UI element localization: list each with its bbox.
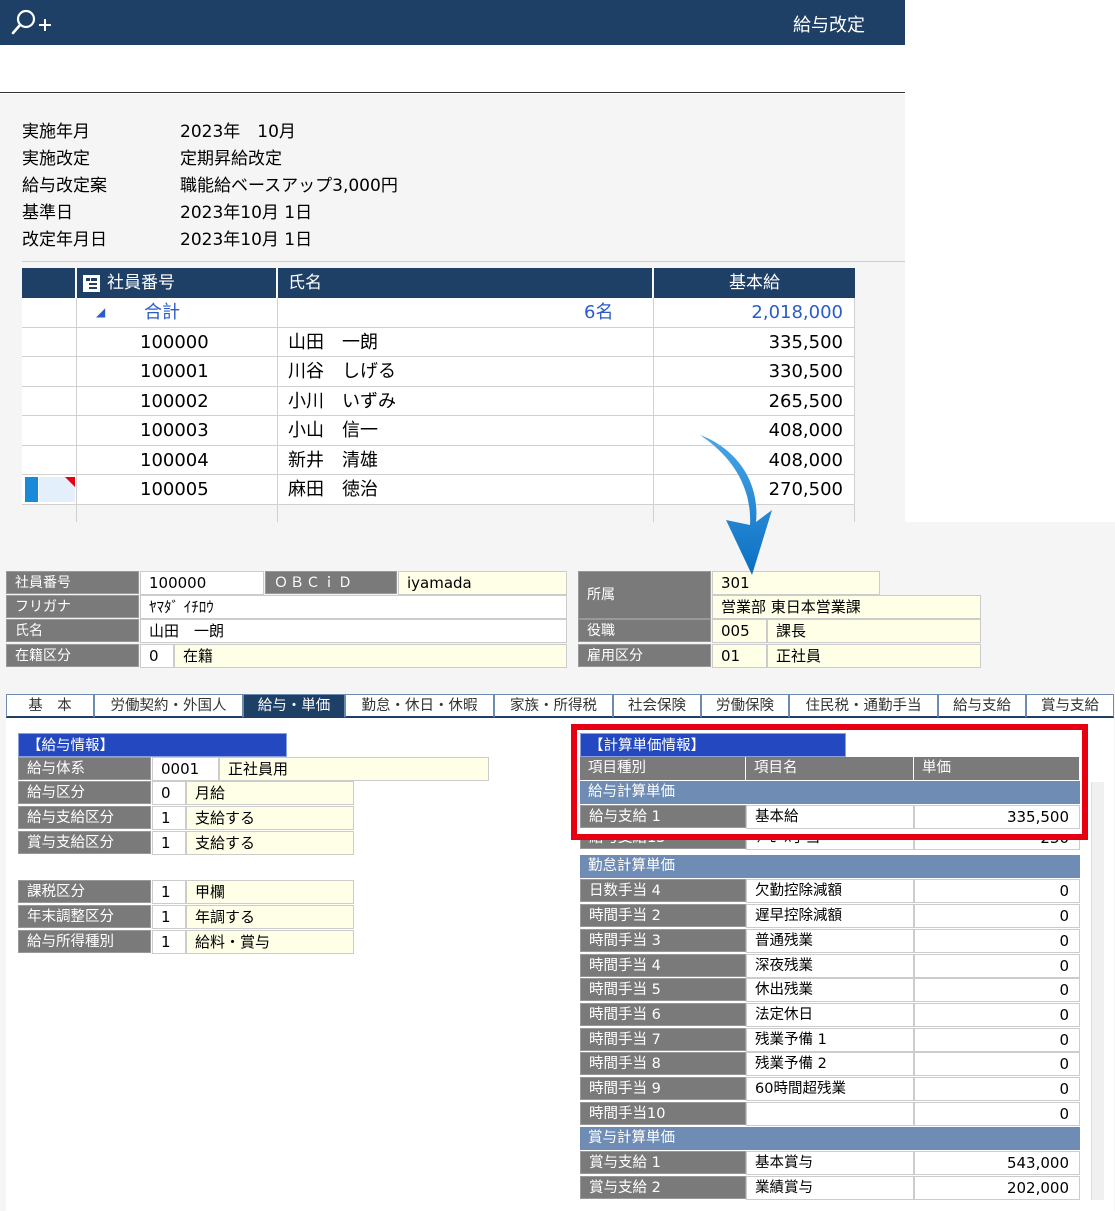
post-name: 課長 [767,619,981,643]
total-count: 6名 [584,302,614,323]
tab-bar: 基 本 労働契約・外国人 給与・単価 勤怠・休日・休暇 家族・所得税 社会保険 … [6,694,1114,718]
name-field[interactable]: 山田 一朗 [140,619,567,643]
post-label: 役職 [578,619,711,642]
employee-no-label: 社員番号 [6,571,139,594]
column-header-base-salary[interactable]: 基本給 [654,268,855,298]
total-row[interactable]: ◢ 合計 6名 2,018,000 [22,298,855,328]
emp-type-name: 正社員 [767,644,981,668]
tree-toggle-icon[interactable] [83,275,100,292]
kana-field[interactable]: ﾔﾏﾀﾞ ｲﾁﾛｳ [140,595,567,619]
table-row[interactable]: 100000 山田 一朗 335,500 [22,327,855,357]
emp-type-label: 雇用区分 [578,644,711,667]
post-code: 005 [712,619,767,643]
tab-attendance[interactable]: 勤怠・休日・休暇 [345,694,494,718]
window-title: 給与改定 [793,15,865,36]
bonus-unit-group: 賞与計算単価 [580,1127,1080,1150]
salary-system-code[interactable]: 0001 [152,757,219,781]
table-row[interactable]: 100002 小川 いずみ 265,500 [22,386,855,416]
total-label: 合計 [144,302,180,323]
tab-social-insurance[interactable]: 社会保険 [613,694,701,718]
income-type-code[interactable]: 1 [152,930,186,954]
employee-no-field[interactable]: 100000 [140,571,264,595]
obcid-field: iyamada [398,571,567,595]
tax-type-code[interactable]: 1 [152,880,186,904]
tab-basic[interactable]: 基 本 [6,694,94,718]
status-value: 在籍 [174,644,567,668]
obcid-label: ＯＢＣｉＤ [265,571,397,594]
tab-labor-contract[interactable]: 労働契約・外国人 [94,694,243,718]
tab-labor-insurance[interactable]: 労働保険 [701,694,789,718]
tab-salary-unit[interactable]: 給与・単価 [243,694,345,718]
salary-pay-code[interactable]: 1 [152,806,186,830]
emp-type-code: 01 [712,644,767,668]
curved-arrow-icon [700,435,772,575]
status-label: 在籍区分 [6,644,139,667]
tab-salary-payment[interactable]: 給与支給 [938,694,1026,718]
edit-flag-icon [65,477,75,487]
table-row[interactable]: 100001 川谷 しげる 330,500 [22,357,855,387]
toolbar-area [0,45,905,93]
grid-corner [22,268,76,298]
attendance-unit-group: 勤怠計算単価 [580,855,1080,878]
highlight-box [571,724,1088,840]
salary-info-header: 【給与情報】 [18,733,287,757]
clipped-row: 給与支給15 ｻｰﾋﾞｽ手当 230 [580,840,1080,850]
row-selection-marker [25,477,38,502]
name-label: 氏名 [6,619,139,642]
status-code-field[interactable]: 0 [140,644,174,668]
kana-label: フリガナ [6,595,139,618]
tab-bonus-payment[interactable]: 賞与支給 [1026,694,1114,718]
year-end-code[interactable]: 1 [152,905,186,929]
collapse-triangle-icon[interactable]: ◢ [96,298,105,327]
tab-family-tax[interactable]: 家族・所得税 [494,694,613,718]
total-amount: 2,018,000 [751,302,843,323]
bonus-pay-code[interactable]: 1 [152,831,186,855]
vertical-scrollbar[interactable] [1091,782,1104,1200]
zoom-in-icon[interactable] [6,8,54,38]
salary-type-code[interactable]: 0 [152,781,186,805]
title-bar: 給与改定 [0,0,905,45]
column-header-name[interactable]: 氏名 [278,268,653,298]
dept-name: 営業部 東日本営業課 [712,595,981,619]
divider [22,261,905,262]
tab-resident-tax[interactable]: 住民税・通勤手当 [789,694,938,718]
dept-label: 所属 [578,571,711,619]
column-header-employee-no[interactable]: 社員番号 [77,268,277,298]
